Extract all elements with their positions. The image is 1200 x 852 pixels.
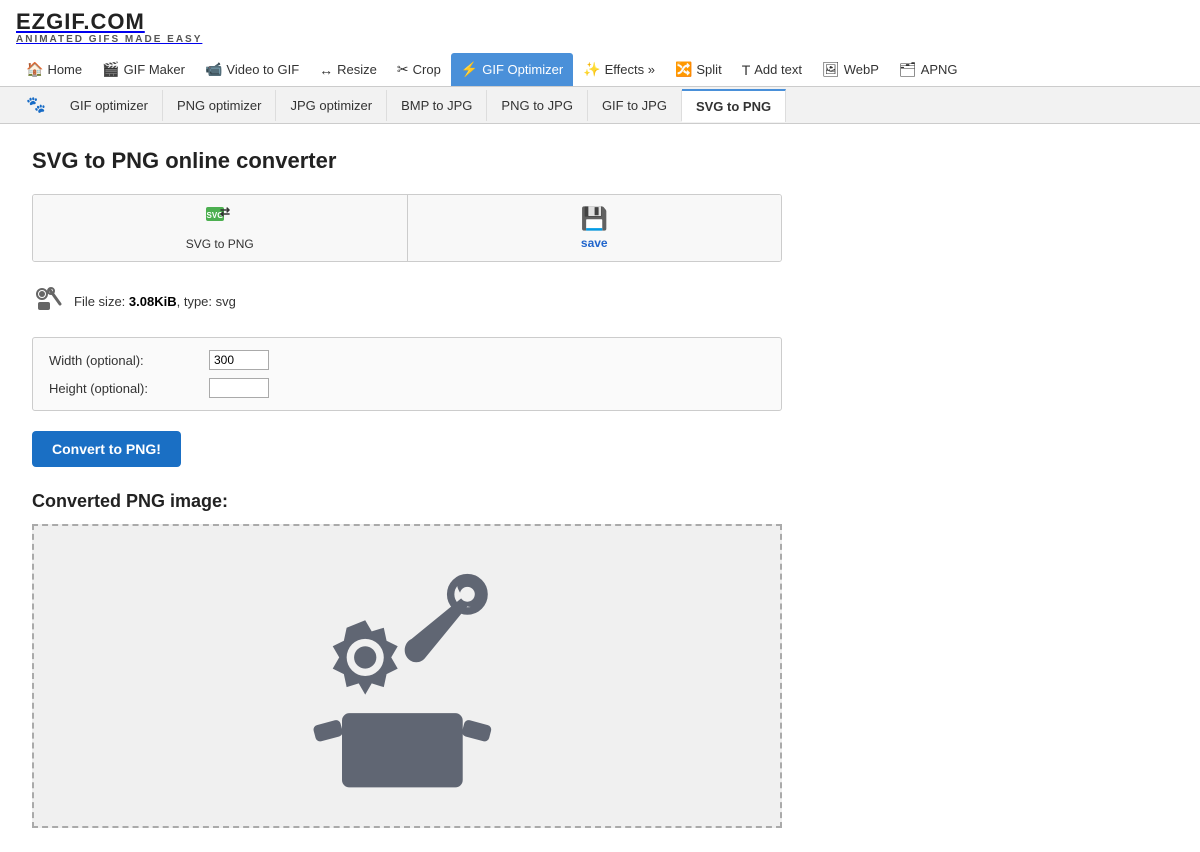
save-icon: 💾	[581, 206, 608, 232]
nav-effects[interactable]: ✨ Effects »	[573, 53, 665, 86]
nav-video-label: Video to GIF	[226, 62, 299, 77]
nav-webp[interactable]: 🖼 WebP	[812, 53, 889, 86]
file-type-value: svg	[216, 294, 236, 309]
nav-video-to-gif[interactable]: 📹 Video to GIF	[195, 53, 309, 86]
svg-to-png-label: SVG to PNG	[186, 237, 254, 251]
split-icon: 🔀	[675, 61, 692, 78]
nav-webp-label: WebP	[844, 62, 879, 77]
video-icon: 📹	[205, 61, 222, 78]
subnav-png-to-jpg[interactable]: PNG to JPG	[487, 90, 588, 121]
webp-icon: 🖼	[822, 61, 840, 78]
file-thumbnail	[32, 282, 64, 321]
site-logo[interactable]: EZGIF.COM ANIMATED GIFS MADE EASY	[16, 10, 202, 45]
converted-title: Converted PNG image:	[32, 491, 1168, 512]
subnav-svg-to-png[interactable]: SVG to PNG	[682, 89, 786, 122]
apng-icon: 🗂	[899, 61, 917, 78]
nav-gif-maker[interactable]: 🎬 GIF Maker	[92, 53, 195, 86]
file-info: File size: 3.08KiB, type: svg	[32, 282, 1168, 321]
text-icon: T	[742, 62, 751, 78]
nav-apng-label: APNG	[921, 62, 958, 77]
subnav-gif-optimizer[interactable]: GIF optimizer	[56, 90, 163, 121]
action-buttons: SVG ⇄ SVG to PNG 💾 save	[32, 194, 782, 262]
width-option-row: Width (optional):	[49, 350, 765, 370]
nav-gif-optimizer-label: GIF Optimizer	[482, 62, 563, 77]
height-option-row: Height (optional):	[49, 378, 765, 398]
save-button[interactable]: 💾 save	[408, 195, 782, 261]
width-input[interactable]	[209, 350, 269, 370]
effects-icon: ✨	[583, 61, 600, 78]
nav-apng[interactable]: 🗂 APNG	[889, 53, 968, 86]
svg-to-png-icon: SVG ⇄	[206, 205, 234, 233]
nav-effects-label: Effects »	[605, 62, 655, 77]
file-info-text: File size: 3.08KiB, type: svg	[74, 294, 236, 309]
subnav-home[interactable]: 🐾	[16, 87, 56, 123]
nav-gif-optimizer[interactable]: ⚡ GIF Optimizer	[451, 53, 573, 86]
gif-maker-icon: 🎬	[102, 61, 119, 78]
nav-split[interactable]: 🔀 Split	[665, 53, 732, 86]
nav-home[interactable]: 🏠 Home	[16, 53, 92, 86]
converted-image-area	[32, 524, 782, 828]
crop-icon: ✂	[397, 61, 409, 78]
svg-text:⇄: ⇄	[220, 205, 230, 219]
nav-resize[interactable]: ↔ Resize	[309, 54, 387, 86]
subnav-bmp-to-jpg[interactable]: BMP to JPG	[387, 90, 487, 121]
options-box: Width (optional): Height (optional):	[32, 337, 782, 411]
nav-add-text-label: Add text	[754, 62, 802, 77]
file-size-label: File size:	[74, 294, 129, 309]
nav-split-label: Split	[696, 62, 721, 77]
logo-subtitle: ANIMATED GIFS MADE EASY	[16, 34, 202, 45]
nav-resize-label: Resize	[337, 62, 377, 77]
logo-text: EZGIF.COM	[16, 10, 202, 34]
nav-add-text[interactable]: T Add text	[732, 54, 812, 86]
subnav-jpg-optimizer[interactable]: JPG optimizer	[276, 90, 387, 121]
optimizer-icon: ⚡	[461, 61, 478, 78]
page-title: SVG to PNG online converter	[32, 148, 1168, 174]
width-label: Width (optional):	[49, 353, 209, 368]
nav-home-label: Home	[47, 62, 82, 77]
height-label: Height (optional):	[49, 381, 209, 396]
subnav-png-optimizer[interactable]: PNG optimizer	[163, 90, 277, 121]
save-label: save	[581, 236, 608, 250]
nav-gif-maker-label: GIF Maker	[124, 62, 185, 77]
nav-crop-label: Crop	[413, 62, 441, 77]
file-type-label: , type:	[177, 294, 216, 309]
subnav-gif-to-jpg[interactable]: GIF to JPG	[588, 90, 682, 121]
nav-crop[interactable]: ✂ Crop	[387, 53, 451, 86]
home-icon: 🏠	[26, 61, 43, 78]
file-size-value: 3.08KiB	[129, 294, 177, 309]
resize-icon: ↔	[319, 62, 333, 78]
convert-button[interactable]: Convert to PNG!	[32, 431, 181, 467]
height-input[interactable]	[209, 378, 269, 398]
svg-to-png-button[interactable]: SVG ⇄ SVG to PNG	[33, 195, 408, 261]
